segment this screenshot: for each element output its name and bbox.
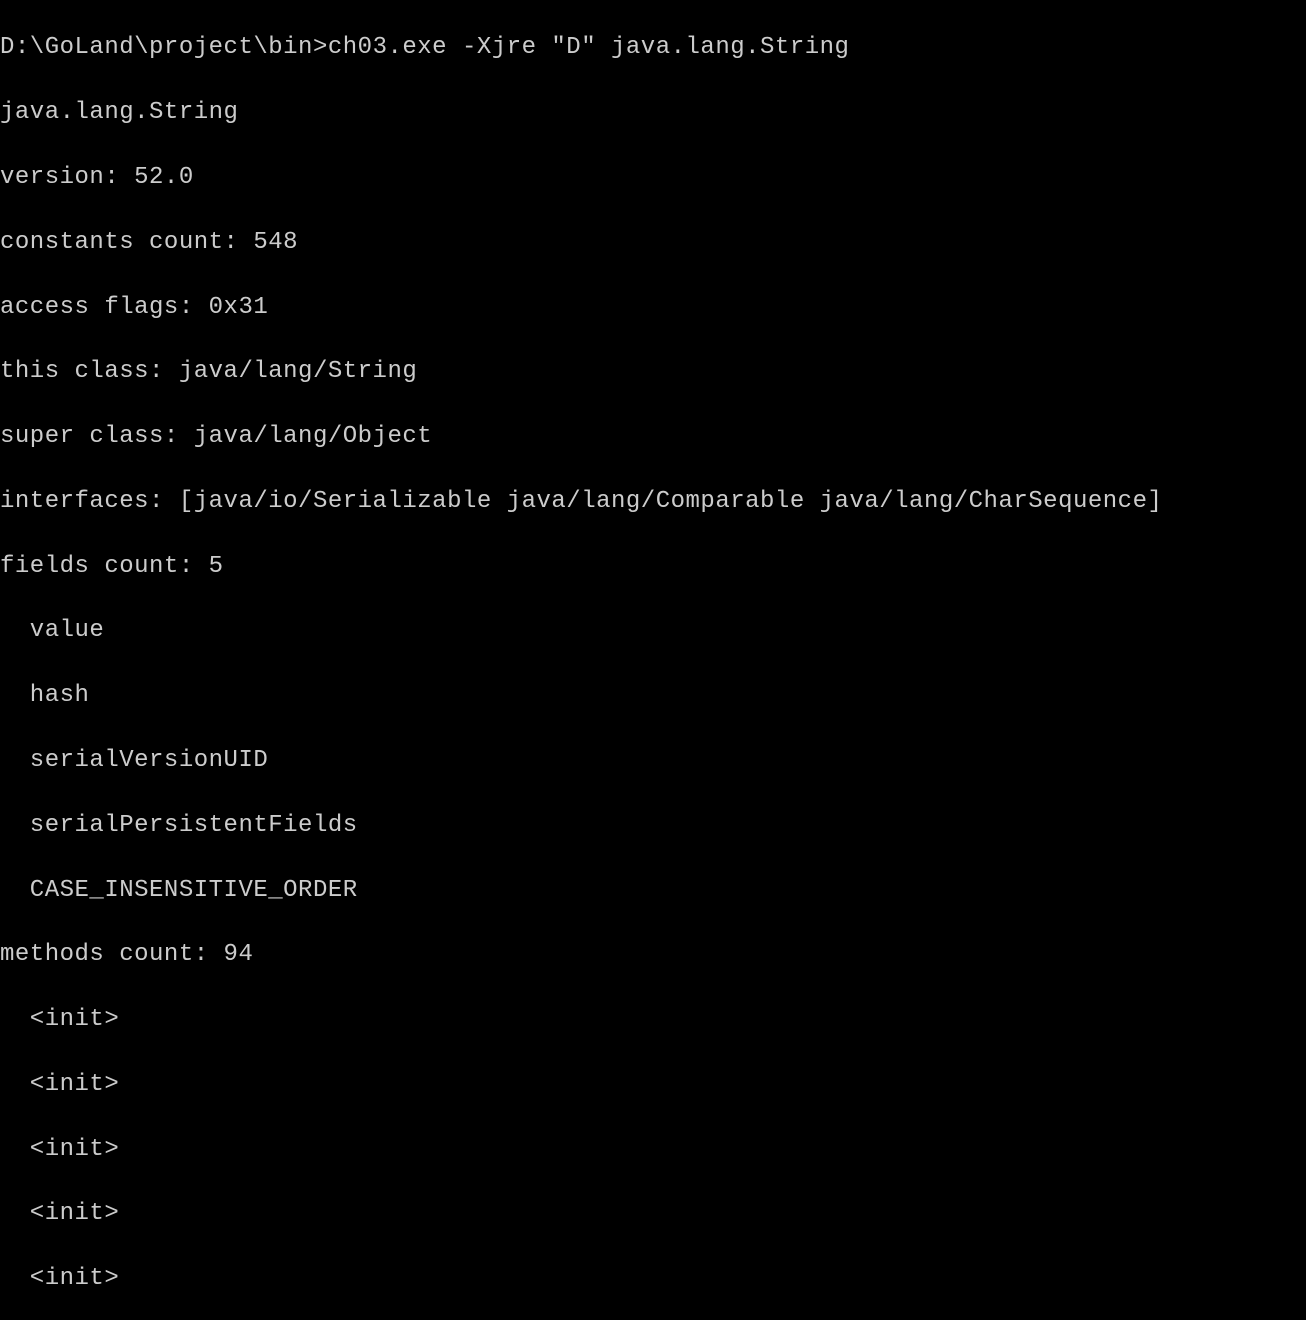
command-line: D:\GoLand\project\bin>ch03.exe -Xjre "D"… (0, 32, 1306, 64)
field-item: hash (0, 680, 1306, 712)
terminal-output[interactable]: D:\GoLand\project\bin>ch03.exe -Xjre "D"… (0, 0, 1306, 1320)
output-this-class: this class: java/lang/String (0, 356, 1306, 388)
output-access-flags: access flags: 0x31 (0, 292, 1306, 324)
field-item: serialPersistentFields (0, 810, 1306, 842)
field-item: value (0, 615, 1306, 647)
output-interfaces: interfaces: [java/io/Serializable java/l… (0, 486, 1306, 518)
method-item: <init> (0, 1263, 1306, 1295)
method-item: <init> (0, 1069, 1306, 1101)
output-version: version: 52.0 (0, 162, 1306, 194)
output-class-name: java.lang.String (0, 97, 1306, 129)
field-item: CASE_INSENSITIVE_ORDER (0, 875, 1306, 907)
prompt: D:\GoLand\project\bin> (0, 34, 328, 61)
output-fields-count: fields count: 5 (0, 551, 1306, 583)
method-item: <init> (0, 1134, 1306, 1166)
command-text: ch03.exe -Xjre "D" java.lang.String (328, 34, 850, 61)
method-item: <init> (0, 1004, 1306, 1036)
output-methods-count: methods count: 94 (0, 939, 1306, 971)
method-item: <init> (0, 1198, 1306, 1230)
output-super-class: super class: java/lang/Object (0, 421, 1306, 453)
field-item: serialVersionUID (0, 745, 1306, 777)
output-constants-count: constants count: 548 (0, 227, 1306, 259)
